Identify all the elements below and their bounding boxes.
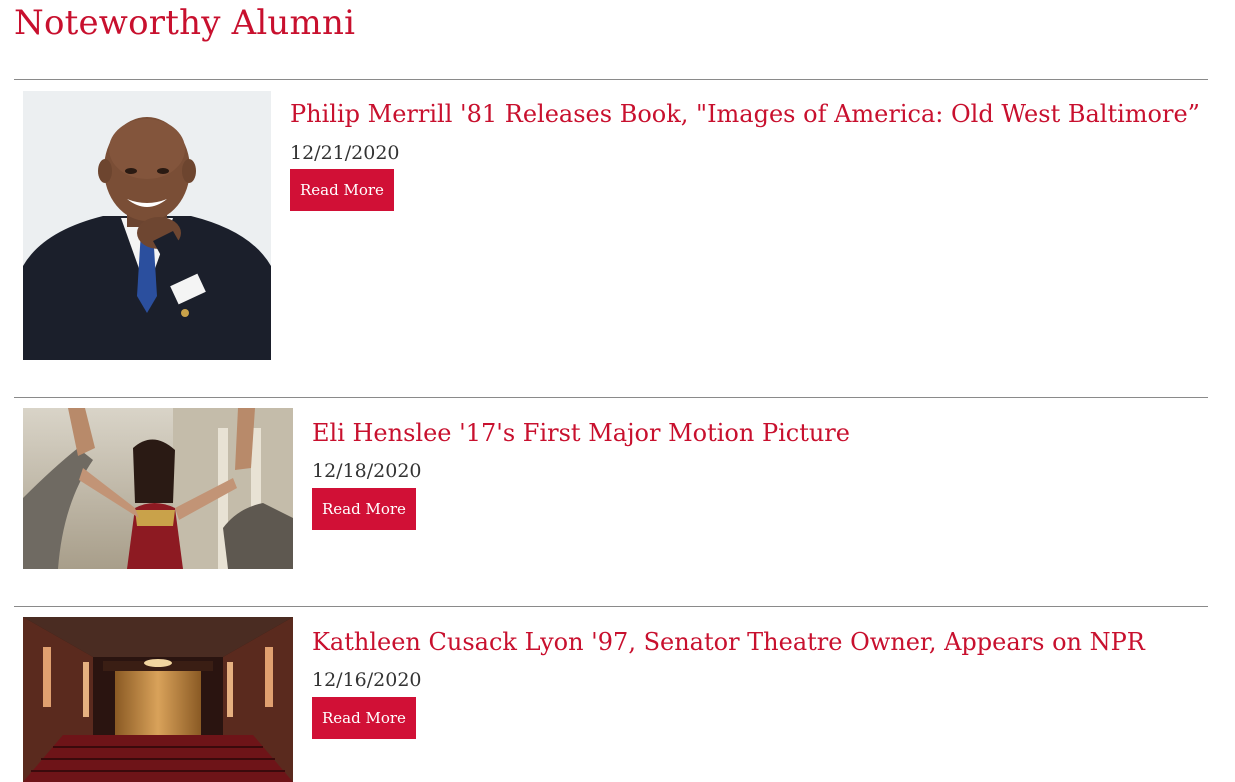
portrait-photo [23,91,271,360]
article-item: Eli Henslee '17's First Major Motion Pic… [14,398,1208,588]
read-more-button[interactable]: Read More [312,488,416,530]
article-headline-link[interactable]: Philip Merrill '81 Releases Book, "Image… [290,99,1200,129]
article-date: 12/18/2020 [312,460,422,482]
read-more-button[interactable]: Read More [290,169,394,211]
page-title: Noteworthy Alumni [14,3,356,43]
article-headline-link[interactable]: Eli Henslee '17's First Major Motion Pic… [312,418,850,448]
article-item: Kathleen Cusack Lyon '97, Senator Theatr… [14,607,1208,782]
read-more-button[interactable]: Read More [312,697,416,739]
article-thumbnail[interactable] [23,408,293,569]
article-thumbnail[interactable] [23,91,271,360]
article-headline-link[interactable]: Kathleen Cusack Lyon '97, Senator Theatr… [312,627,1145,657]
page: Noteworthy Alumni Philip Merrill '81 Rel… [0,0,1235,782]
article-date: 12/16/2020 [312,669,422,691]
article-item: Philip Merrill '81 Releases Book, "Image… [14,80,1208,380]
article-date: 12/21/2020 [290,142,400,164]
movie-still-photo [23,408,293,569]
theatre-interior-photo [23,617,293,782]
article-thumbnail[interactable] [23,617,293,782]
